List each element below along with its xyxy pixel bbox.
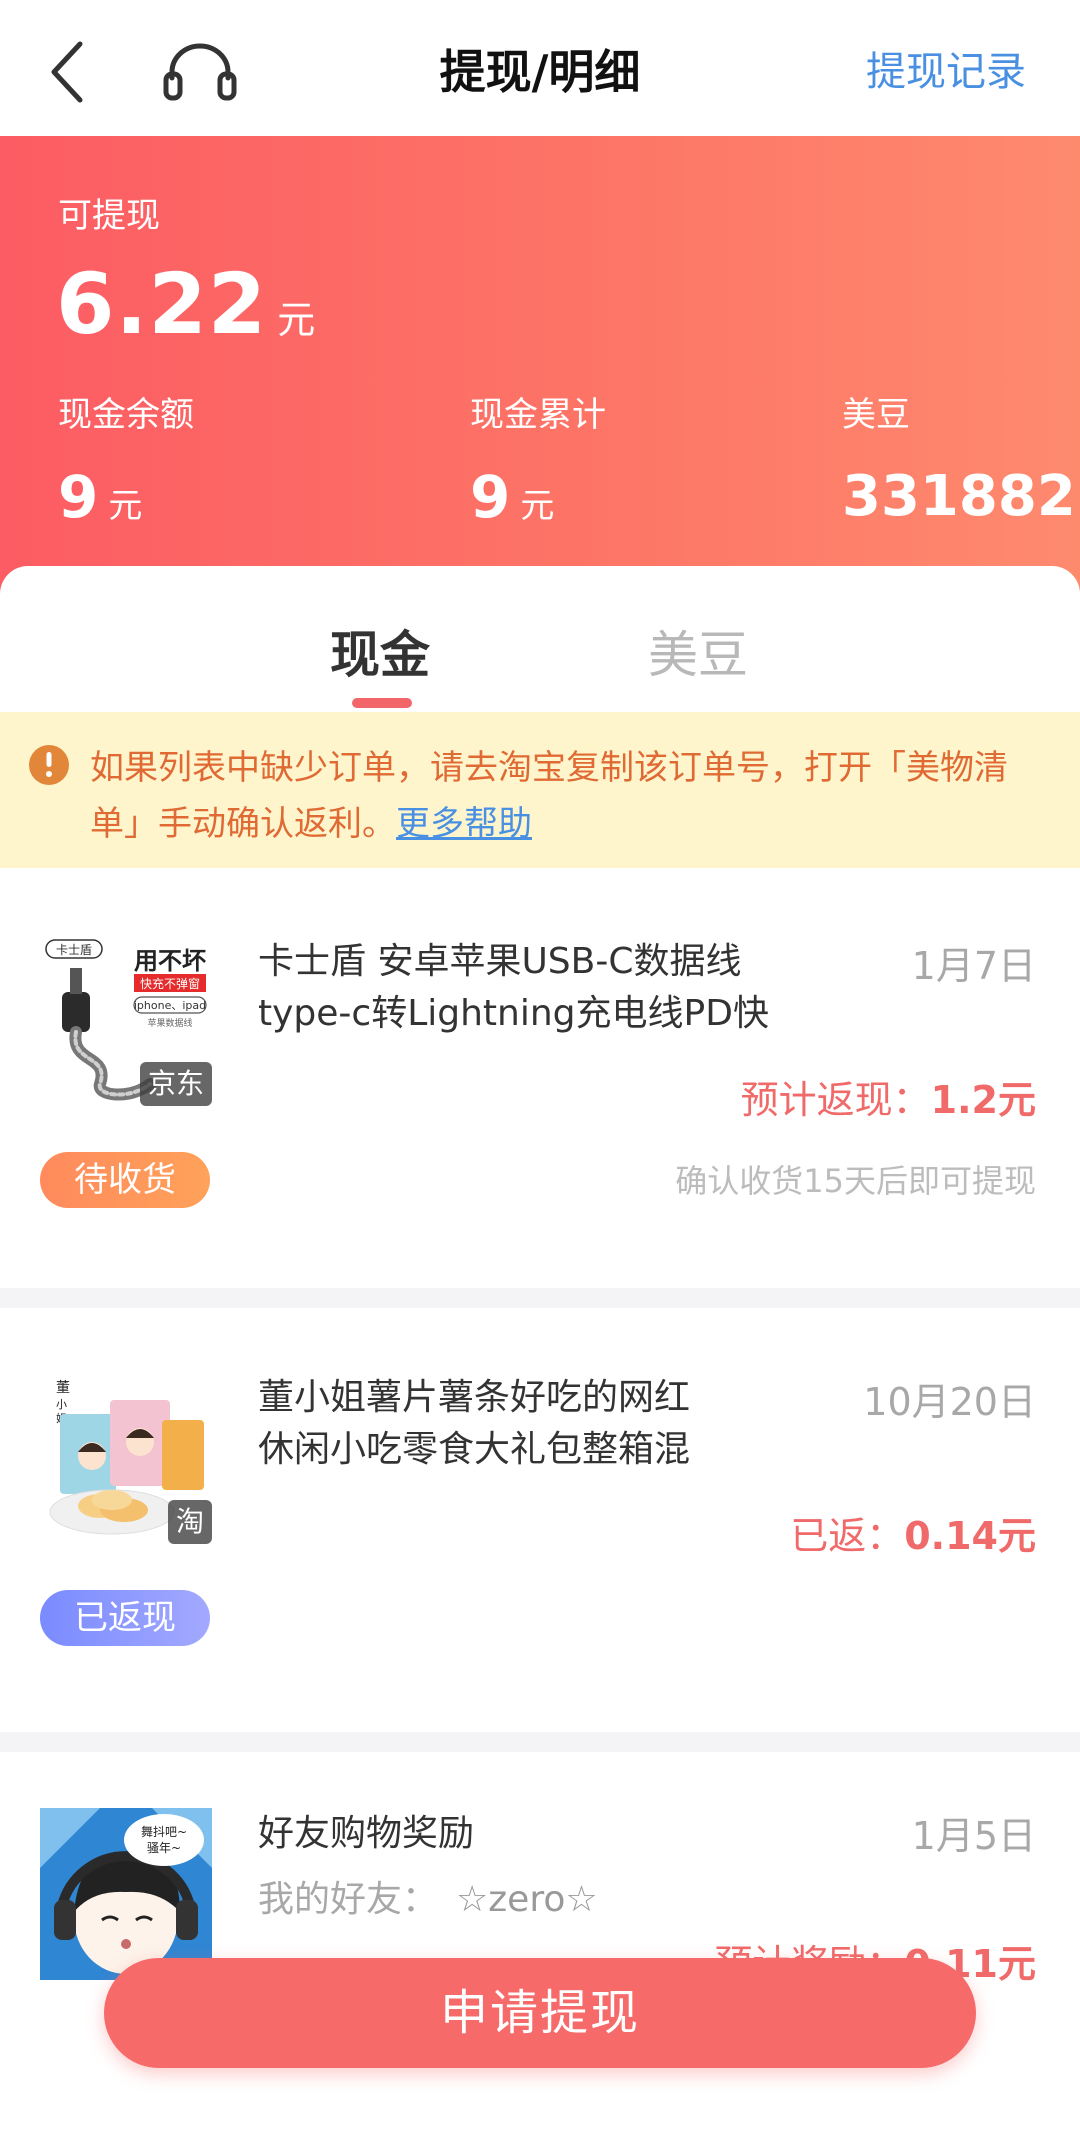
order-date: 1月7日: [911, 944, 1036, 988]
thumb-tag: 快充不弹窗: [140, 976, 200, 991]
stat-label: 美豆: [842, 395, 910, 435]
status-badge: 待收货: [40, 1152, 210, 1208]
order-amount: 已返：0.14元: [790, 1510, 1036, 1562]
reward-title: 好友购物奖励: [258, 1813, 475, 1854]
status-badge: 已返现: [40, 1590, 210, 1646]
withdrawable-label: 可提现: [58, 196, 160, 236]
info-icon: [29, 745, 69, 785]
stat-number: 9: [58, 463, 99, 531]
top-nav-bar: 提现/明细 提现记录: [0, 0, 1080, 136]
tab-cash[interactable]: 现金: [330, 620, 430, 690]
apply-withdraw-button[interactable]: 申请提现: [104, 1958, 976, 2068]
stat-number: 9: [470, 463, 511, 531]
amount-value: 1.2元: [930, 1078, 1036, 1122]
order-title: 董小姐薯片薯条好吃的网红休闲小吃零食大礼包整箱混: [258, 1377, 691, 1470]
thumb-bubble-line-1: 舞抖吧~: [141, 1825, 187, 1839]
thumb-bubble-line-2: 骚年~: [147, 1841, 181, 1855]
amount-value: 0.14元: [904, 1514, 1036, 1558]
stat-label: 现金累计: [470, 395, 606, 435]
thumb-brand: 卡士盾: [56, 943, 92, 957]
platform-badge: 淘: [168, 1500, 212, 1544]
stat-unit: 元: [108, 486, 143, 526]
reward-card[interactable]: 舞抖吧~ 骚年~ 好友购物奖励 1月5日 我的好友：☆zero☆ 预计奖励：0.…: [0, 1752, 1080, 2131]
order-note: 确认收货15天后即可提现: [675, 1162, 1036, 1200]
stat-value: 9元: [470, 462, 606, 547]
stat-label: 现金余额: [58, 395, 194, 435]
stat-cash-total: 现金累计 9元: [470, 392, 606, 547]
stat-unit: 元: [520, 486, 555, 526]
tab-beans[interactable]: 美豆: [648, 620, 748, 690]
thumb-slogan: 用不坏: [134, 947, 206, 975]
order-card[interactable]: 卡士盾 用不坏 快充不弹窗 iphone、ipad 苹果数据线 京东 卡士盾 安…: [0, 868, 1080, 1288]
friend-avatar: 舞抖吧~ 骚年~: [40, 1808, 212, 1980]
tab-active-indicator: [352, 698, 412, 708]
notice-banner: 如果列表中缺少订单，请去淘宝复制该订单号，打开「美物清单」手动确认返利。更多帮助: [0, 712, 1080, 868]
withdrawable-amount: 6.22 元: [56, 254, 315, 378]
balance-summary: 可提现 6.22 元 现金余额 9元 现金累计 9元 美豆 331882: [0, 136, 1080, 606]
notice-text: 如果列表中缺少订单，请去淘宝复制该订单号，打开「美物清单」手动确认返利。更多帮助: [90, 740, 1050, 852]
thumb-models: iphone、ipad: [134, 999, 206, 1012]
reward-date: 1月5日: [911, 1814, 1036, 1858]
stat-value: 331882: [842, 462, 1076, 545]
withdrawable-value: 6.22: [56, 255, 268, 353]
friend-label: 我的好友：: [258, 1879, 439, 1920]
order-amount: 预计返现：1.2元: [741, 1074, 1036, 1126]
amount-label: 预计返现：: [740, 1078, 931, 1122]
stat-number: 331882: [842, 464, 1076, 529]
order-date: 10月20日: [863, 1380, 1036, 1424]
friend-name: ☆zero☆: [456, 1879, 598, 1920]
thumb-brand-char-2: 小: [56, 1398, 67, 1411]
thumb-sub: 苹果数据线: [147, 1017, 192, 1029]
tab-bar: 现金 美豆: [0, 566, 1080, 714]
withdrawable-unit: 元: [277, 298, 316, 342]
stat-cash-balance: 现金余额 9元: [58, 392, 194, 547]
order-card[interactable]: 董 小 姐 淘 董小姐薯片薯条好吃的网红休闲小吃零食大礼包整箱混 10月20日 …: [0, 1308, 1080, 1732]
platform-badge: 京东: [140, 1062, 212, 1106]
stat-beans: 美豆 331882: [842, 392, 1076, 545]
stat-value: 9元: [58, 462, 194, 547]
withdraw-record-link[interactable]: 提现记录: [866, 44, 1026, 100]
more-help-link[interactable]: 更多帮助: [396, 804, 532, 844]
order-title: 卡士盾 安卓苹果USB-C数据线type-c转Lightning充电线PD快: [258, 941, 769, 1034]
amount-label: 已返：: [790, 1514, 905, 1558]
notice-message: 如果列表中缺少订单，请去淘宝复制该订单号，打开「美物清单」手动确认返利。: [90, 748, 1008, 844]
thumb-brand-char-1: 董: [56, 1380, 70, 1396]
friend-row: 我的好友： ☆zero☆: [258, 1874, 598, 1926]
